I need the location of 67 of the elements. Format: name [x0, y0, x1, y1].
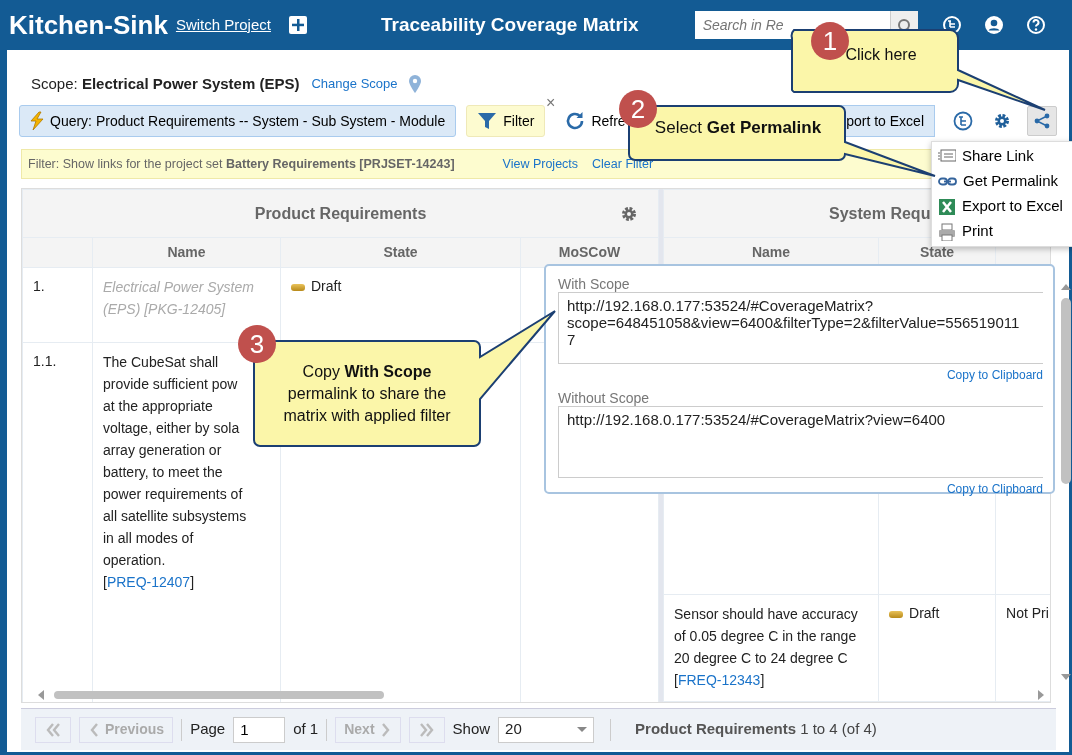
chain-link-icon — [938, 176, 957, 187]
double-chevron-left-icon — [44, 721, 62, 738]
record-summary: Product Requirements 1 to 4 (of 4) — [635, 719, 877, 740]
query-button[interactable]: Query: Product Requirements -- System - Sub System - Module — [19, 105, 457, 137]
draft-state-icon — [889, 610, 904, 618]
url-field[interactable]: http://192.168.0.177:53524/#CoverageMatrix?view=6400 — [558, 406, 1043, 478]
funnel-icon — [477, 111, 498, 131]
double-chevron-right-icon — [417, 721, 436, 738]
column-header: State — [919, 244, 955, 260]
url-field[interactable]: http://192.168.0.177:53524/#CoverageMatrix? scope=648451058&view=6400&filterType=2&filterValue=556519011 7 — [558, 292, 1043, 364]
row-number: 1. — [33, 278, 45, 294]
page-label: Page — [190, 719, 226, 740]
column-header: MoSCoW — [558, 244, 621, 260]
chevron-left-icon — [88, 721, 100, 738]
menu-item[interactable]: Print — [932, 219, 1072, 244]
column-header: Name — [751, 244, 791, 260]
printer-icon — [938, 222, 956, 241]
lightning-icon — [28, 111, 44, 131]
callout-tooltip-text: Copy With Scope permalink to share the matrix with applied filter — [282, 362, 452, 426]
show-label: Show — [452, 719, 491, 740]
view-projects-link[interactable]: View Projects — [502, 154, 579, 174]
caret-icon — [577, 727, 588, 732]
user-icon[interactable] — [983, 15, 1004, 35]
tree-icon[interactable] — [953, 111, 973, 131]
step-number-tooltip: 3 — [238, 325, 276, 363]
switch-project-link[interactable]: Switch Project — [175, 13, 271, 37]
table-cell: Not Pri — [1006, 605, 1049, 621]
scope-text: Scope: Electrical Power System (EPS) — [31, 73, 300, 94]
refresh-button[interactable]: Refre — [561, 105, 630, 137]
chevron-right-icon — [379, 721, 392, 738]
page-field[interactable]: 1 — [233, 716, 286, 743]
column-header: State — [383, 244, 418, 260]
settings-icon[interactable] — [993, 112, 1011, 130]
copy-to-clipboard-link[interactable]: Copy to Clipboard — [946, 482, 1043, 496]
clear-filter-button[interactable]: × — [546, 95, 556, 111]
share-button[interactable] — [1027, 106, 1057, 136]
requirement-text: Sensor should have accuracy of 0.05 degree C in the range 20 degree C to 24 degree C [FREQ-12343] — [674, 605, 859, 690]
add-icon[interactable] — [288, 16, 307, 34]
panel-title: System Requ — [829, 204, 931, 222]
field-label: With Scope — [558, 276, 631, 292]
state-label: Draft — [909, 605, 940, 621]
draft-state-icon — [291, 283, 305, 291]
share-icon — [1034, 113, 1050, 129]
field-label: Without Scope — [558, 390, 651, 406]
copy-to-clipboard-link[interactable]: Copy to Clipboard — [946, 368, 1043, 382]
list-icon[interactable] — [941, 15, 962, 35]
state-label: Draft — [311, 278, 342, 294]
panel-title: Product Requirements — [254, 203, 427, 224]
requirement-text: Electrical Power System (EPS) [PKG-12405] — [103, 278, 255, 319]
excel-icon — [938, 197, 956, 216]
row-number: 1.1. — [33, 353, 57, 369]
settings-icon[interactable] — [620, 204, 639, 223]
menu-item[interactable]: Get Permalink — [932, 169, 1072, 194]
refresh-icon — [565, 111, 586, 131]
help-icon[interactable] — [1025, 15, 1046, 35]
menu-item[interactable]: Share Link — [932, 144, 1072, 169]
page-size-select[interactable]: 20 — [498, 716, 595, 743]
menu-item[interactable]: Export to Excel — [932, 194, 1072, 219]
callout-tooltip-text: Select Get Permalink — [653, 117, 823, 139]
page-title: Traceability Coverage Matrix — [380, 12, 639, 37]
filter-button[interactable]: Filter — [466, 105, 546, 137]
page-count: of 1 — [293, 719, 319, 740]
filter-text: Filter: Show links for the project set Battery Requirements [PRJSET-14243] — [28, 155, 455, 173]
app-name: Kitchen-Sink — [9, 8, 168, 42]
column-header: Name — [167, 244, 206, 260]
requirement-link[interactable]: FREQ-12343 — [677, 672, 761, 688]
change-scope-link[interactable]: Change Scope — [311, 74, 398, 94]
